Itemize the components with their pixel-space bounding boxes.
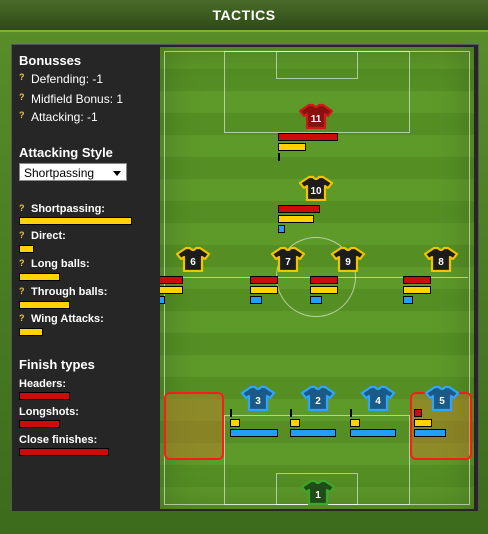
- player-number: 6: [190, 257, 196, 268]
- player-number: 1: [315, 490, 321, 501]
- player-marker-line: [230, 409, 232, 417]
- player-stat-bar: [310, 286, 338, 294]
- finish-longshots: Longshots:: [19, 406, 79, 418]
- info-icon[interactable]: ?: [19, 203, 27, 213]
- style-shortpassing-bar: [19, 217, 132, 225]
- player-3[interactable]: 3: [240, 385, 276, 411]
- bonusses-heading: Bonusses: [19, 53, 82, 68]
- left-wing-zone[interactable]: [164, 392, 224, 460]
- bonus-attacking: ? Attacking: -1: [19, 110, 98, 124]
- player-number: 8: [438, 257, 444, 268]
- player-stat-bar: [160, 286, 183, 294]
- player-marker-line: [290, 409, 292, 417]
- player-marker-line: [278, 153, 280, 161]
- player-number: 9: [345, 257, 351, 268]
- finish-headers: Headers:: [19, 378, 67, 390]
- player-stat-bar: [403, 276, 431, 284]
- player-stat-bar: [290, 419, 300, 427]
- player-marker-line: [350, 409, 352, 417]
- attacking-style-heading: Attacking Style: [19, 145, 113, 160]
- player-stat-bar: [278, 205, 320, 213]
- player-number: 2: [315, 396, 321, 407]
- style-long-balls-bar: [19, 273, 60, 281]
- style-direct-bar: [19, 245, 34, 253]
- finish-types-heading: Finish types: [19, 357, 95, 372]
- player-11[interactable]: 11: [298, 103, 334, 129]
- player-stat-bar: [230, 419, 240, 427]
- title-bar: TACTICS: [0, 0, 488, 32]
- player-1[interactable]: 1: [300, 479, 336, 505]
- style-through-balls: ? Through balls:: [19, 286, 108, 298]
- bonus-midfield: ? Midfield Bonus: 1: [19, 92, 124, 106]
- player-2[interactable]: 2: [300, 385, 336, 411]
- player-8[interactable]: 8: [423, 246, 459, 272]
- tactics-content: Bonusses ? Defending: -1 ? Midfield Bonus:…: [11, 44, 479, 512]
- attacking-style-selected: Shortpassing: [24, 166, 95, 180]
- player-stat-bar: [278, 143, 306, 151]
- player-number: 10: [310, 186, 322, 197]
- player-6[interactable]: 6: [175, 246, 211, 272]
- style-shortpassing: ? Shortpassing:: [19, 203, 105, 215]
- attacking-style-select[interactable]: Shortpassing: [19, 163, 127, 181]
- bonus-defending: ? Defending: -1: [19, 72, 104, 86]
- player-stat-bar: [414, 419, 432, 427]
- info-icon[interactable]: ?: [19, 110, 27, 120]
- goal-box-top: [276, 51, 358, 79]
- player-stat-bar: [250, 296, 262, 304]
- finish-close-bar: [19, 448, 109, 456]
- finish-longshots-bar: [19, 420, 60, 428]
- player-stat-bar: [414, 409, 422, 417]
- tactics-sidebar: Bonusses ? Defending: -1 ? Midfield Bonus:…: [12, 45, 160, 511]
- style-wing-attacks-bar: [19, 328, 43, 336]
- player-stat-bar: [414, 429, 446, 437]
- player-stat-bar: [278, 225, 285, 233]
- finish-close: Close finishes:: [19, 434, 98, 446]
- style-long-balls: ? Long balls:: [19, 258, 90, 270]
- player-stat-bar: [250, 276, 278, 284]
- player-number: 5: [439, 396, 445, 407]
- player-stat-bar: [230, 429, 278, 437]
- player-stat-bar: [278, 133, 338, 141]
- finish-headers-bar: [19, 392, 70, 400]
- info-icon[interactable]: ?: [19, 230, 27, 240]
- player-number: 7: [285, 257, 291, 268]
- player-number: 11: [310, 114, 322, 125]
- player-stat-bar: [310, 296, 322, 304]
- panel-title: TACTICS: [212, 7, 276, 23]
- player-stat-bar: [160, 276, 183, 284]
- info-icon[interactable]: ?: [19, 92, 27, 102]
- info-icon[interactable]: ?: [19, 313, 27, 323]
- info-icon[interactable]: ?: [19, 286, 27, 296]
- player-number: 3: [255, 396, 261, 407]
- player-stat-bar: [350, 429, 396, 437]
- player-stat-bar: [278, 215, 314, 223]
- player-stat-bar: [160, 296, 165, 304]
- player-stat-bar: [350, 419, 360, 427]
- player-7[interactable]: 7: [270, 246, 306, 272]
- football-pitch: 11 10 6 7 9 8 3 2 4 5 1: [160, 47, 474, 509]
- player-stat-bar: [403, 286, 431, 294]
- info-icon[interactable]: ?: [19, 72, 27, 82]
- style-wing-attacks: ? Wing Attacks:: [19, 313, 104, 325]
- player-number: 4: [375, 396, 381, 407]
- style-direct: ? Direct:: [19, 230, 66, 242]
- tactics-panel: TACTICS Bonusses ? Defending: -1 ? Midfiel…: [0, 0, 488, 534]
- player-4[interactable]: 4: [360, 385, 396, 411]
- player-stat-bar: [250, 286, 278, 294]
- player-5[interactable]: 5: [424, 385, 460, 411]
- player-stat-bar: [310, 276, 338, 284]
- style-through-balls-bar: [19, 301, 70, 309]
- player-9[interactable]: 9: [330, 246, 366, 272]
- player-stat-bar: [290, 429, 336, 437]
- player-stat-bar: [403, 296, 413, 304]
- player-10[interactable]: 10: [298, 175, 334, 201]
- info-icon[interactable]: ?: [19, 258, 27, 268]
- chevron-down-icon: [113, 171, 121, 176]
